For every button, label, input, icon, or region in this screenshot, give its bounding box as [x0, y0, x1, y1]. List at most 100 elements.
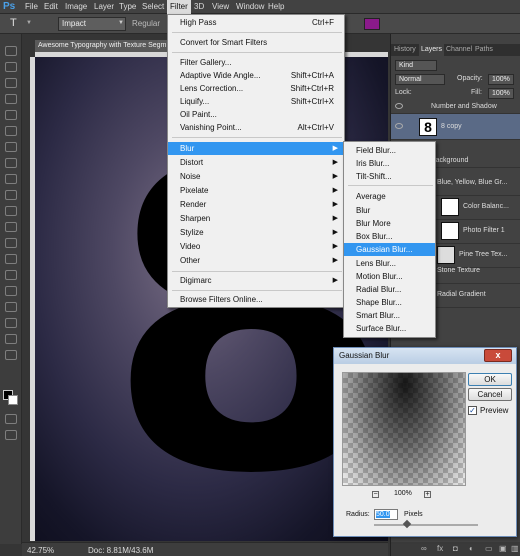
layer-group-row[interactable]: Number and Shadow	[391, 100, 520, 114]
submenu-item-blur[interactable]: Blur	[344, 204, 435, 217]
submenu-item-blur-more[interactable]: Blur More	[344, 217, 435, 230]
fill-input[interactable]: 100%	[488, 88, 514, 99]
pen-tool-icon[interactable]	[5, 270, 17, 280]
type-tool-icon[interactable]: T	[10, 17, 17, 29]
menu-filter[interactable]: Filter	[167, 0, 191, 14]
menu-3d[interactable]: 3D	[194, 2, 204, 11]
chevron-down-icon[interactable]: ▼	[26, 20, 32, 26]
menu-layer[interactable]: Layer	[94, 2, 114, 11]
submenu-item-shape-blur[interactable]: Shape Blur...	[344, 296, 435, 309]
history-brush-tool-icon[interactable]	[5, 190, 17, 200]
new-group-icon[interactable]: ▭	[485, 544, 493, 553]
submenu-item-average[interactable]: Average	[344, 190, 435, 203]
marquee-tool-icon[interactable]	[5, 62, 17, 72]
submenu-item-lens-blur[interactable]: Lens Blur...	[344, 257, 435, 270]
move-tool-icon[interactable]	[5, 46, 17, 56]
submenu-item-smart-blur[interactable]: Smart Blur...	[344, 309, 435, 322]
menu-item-noise[interactable]: Noise ▶	[168, 170, 344, 183]
blur-preview-window[interactable]	[342, 372, 466, 486]
text-color-swatch[interactable]	[364, 18, 380, 30]
menu-item-lens-correction[interactable]: Lens Correction... Shift+Ctrl+R	[168, 82, 344, 95]
submenu-item-box-blur[interactable]: Box Blur...	[344, 230, 435, 243]
clone-stamp-tool-icon[interactable]	[5, 174, 17, 184]
quick-mask-icon[interactable]	[5, 414, 17, 424]
menu-item-convert-smart-filters[interactable]: Convert for Smart Filters	[168, 36, 344, 49]
new-layer-icon[interactable]: ▣	[499, 544, 507, 553]
font-family-select[interactable]: Impact	[58, 17, 126, 31]
font-dropdown-arrow-icon[interactable]: ▼	[118, 20, 124, 26]
radius-slider-thumb[interactable]	[402, 519, 412, 529]
adjustment-layer-icon[interactable]: ◐	[469, 544, 474, 553]
menu-item-sharpen[interactable]: Sharpen ▶	[168, 212, 344, 225]
ok-button[interactable]: OK	[468, 373, 512, 386]
menu-item-blur[interactable]: Blur ▶	[168, 142, 344, 155]
tab-history[interactable]: History	[394, 46, 416, 53]
zoom-tool-icon[interactable]	[5, 350, 17, 360]
tab-layers[interactable]: Layers	[419, 44, 445, 56]
menu-image[interactable]: Image	[65, 2, 87, 11]
radius-input[interactable]: 50.0	[374, 509, 398, 520]
layer-kind-filter[interactable]: Kind	[395, 60, 437, 71]
preview-checkbox[interactable]: ✓	[468, 406, 477, 415]
menu-item-adaptive-wide-angle[interactable]: Adaptive Wide Angle... Shift+Ctrl+A	[168, 69, 344, 82]
menu-item-browse-filters-online[interactable]: Browse Filters Online...	[168, 293, 344, 306]
menu-item-video[interactable]: Video ▶	[168, 240, 344, 253]
gradient-tool-icon[interactable]	[5, 222, 17, 232]
brush-tool-icon[interactable]	[5, 158, 17, 168]
menu-item-render[interactable]: Render ▶	[168, 198, 344, 211]
path-select-tool-icon[interactable]	[5, 302, 17, 312]
dodge-tool-icon[interactable]	[5, 254, 17, 264]
hand-tool-icon[interactable]	[5, 334, 17, 344]
blend-mode-select[interactable]: Normal	[395, 74, 445, 85]
blur-tool-icon[interactable]	[5, 238, 17, 248]
menu-file[interactable]: File	[25, 2, 38, 11]
submenu-item-surface-blur[interactable]: Surface Blur...	[344, 322, 435, 335]
visibility-eye-icon[interactable]	[395, 103, 403, 109]
tab-paths[interactable]: Paths	[475, 46, 493, 53]
menu-help[interactable]: Help	[268, 2, 284, 11]
font-style-select[interactable]: Regular	[132, 19, 160, 28]
background-color-swatch[interactable]	[8, 395, 18, 405]
layer-row-selected[interactable]: 8 8 copy	[391, 114, 520, 140]
menu-item-other[interactable]: Other ▶	[168, 254, 344, 267]
layer-style-icon[interactable]: fx	[437, 544, 443, 553]
menu-item-distort[interactable]: Distort ▶	[168, 156, 344, 169]
cancel-button[interactable]: Cancel	[468, 388, 512, 401]
opacity-input[interactable]: 100%	[488, 74, 514, 85]
tab-channels[interactable]: Channel	[446, 46, 472, 53]
menu-item-pixelate[interactable]: Pixelate ▶	[168, 184, 344, 197]
submenu-item-tilt-shift[interactable]: Tilt-Shift...	[344, 170, 435, 183]
menu-edit[interactable]: Edit	[44, 2, 58, 11]
eraser-tool-icon[interactable]	[5, 206, 17, 216]
zoom-out-icon[interactable]: −	[372, 491, 379, 498]
screen-mode-icon[interactable]	[5, 430, 17, 440]
menu-window[interactable]: Window	[236, 2, 264, 11]
menu-view[interactable]: View	[212, 2, 229, 11]
zoom-level[interactable]: 42.75%	[27, 546, 54, 555]
zoom-in-icon[interactable]: +	[424, 491, 431, 498]
menu-item-vanishing-point[interactable]: Vanishing Point... Alt+Ctrl+V	[168, 121, 344, 134]
lasso-tool-icon[interactable]	[5, 78, 17, 88]
submenu-item-iris-blur[interactable]: Iris Blur...	[344, 157, 435, 170]
shape-tool-icon[interactable]	[5, 318, 17, 328]
healing-brush-tool-icon[interactable]	[5, 142, 17, 152]
submenu-item-gaussian-blur[interactable]: Gaussian Blur...	[344, 243, 435, 256]
visibility-eye-icon[interactable]	[395, 123, 403, 129]
close-icon[interactable]: x	[484, 349, 512, 362]
menu-item-stylize[interactable]: Stylize ▶	[168, 226, 344, 239]
quick-select-tool-icon[interactable]	[5, 94, 17, 104]
submenu-item-field-blur[interactable]: Field Blur...	[344, 144, 435, 157]
submenu-item-motion-blur[interactable]: Motion Blur...	[344, 270, 435, 283]
menu-type[interactable]: Type	[119, 2, 136, 11]
menu-item-digimarc[interactable]: Digimarc ▶	[168, 274, 344, 287]
eyedropper-tool-icon[interactable]	[5, 126, 17, 136]
menu-item-liquify[interactable]: Liquify... Shift+Ctrl+X	[168, 95, 344, 108]
submenu-item-radial-blur[interactable]: Radial Blur...	[344, 283, 435, 296]
menu-item-high-pass[interactable]: High Pass Ctrl+F	[168, 16, 344, 29]
radius-slider-track[interactable]	[374, 524, 478, 526]
type-tool-side-icon[interactable]	[5, 286, 17, 296]
trash-icon[interactable]: ▥	[511, 544, 519, 553]
add-mask-icon[interactable]: ◘	[453, 544, 458, 553]
menu-item-oil-paint[interactable]: Oil Paint...	[168, 108, 344, 121]
menu-select[interactable]: Select	[142, 2, 164, 11]
